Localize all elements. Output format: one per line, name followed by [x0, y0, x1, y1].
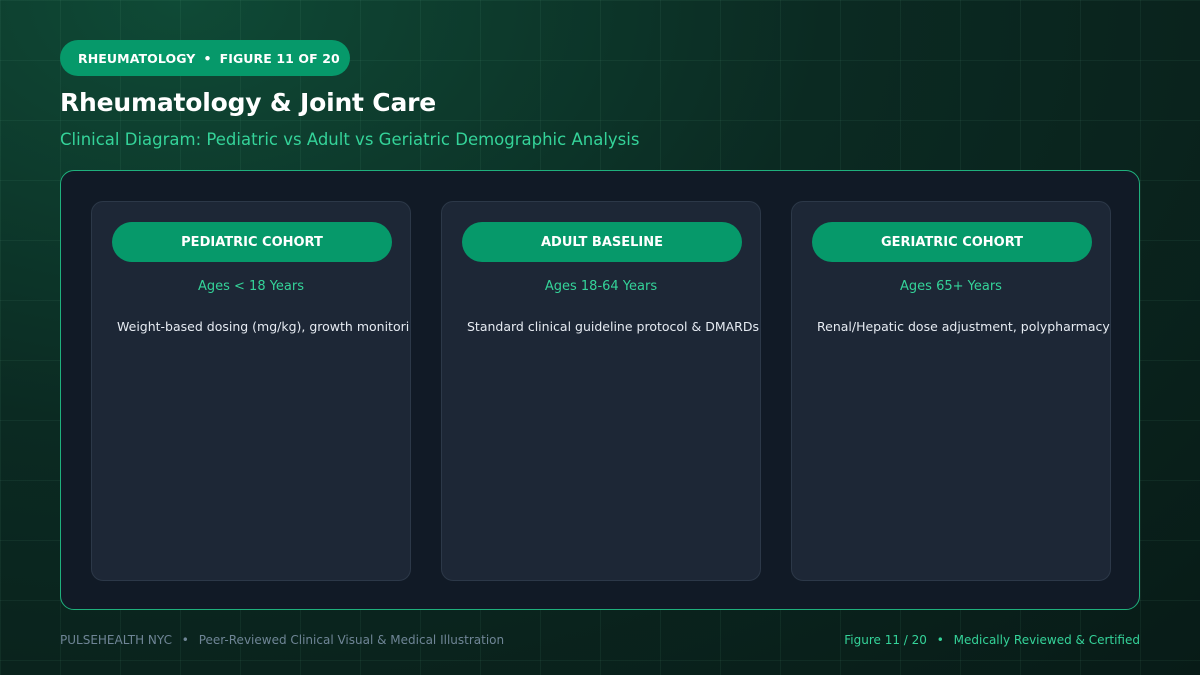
footer-tagline: Peer-Reviewed Clinical Visual & Medical …	[198, 633, 505, 647]
page-subtitle: Clinical Diagram: Pediatric vs Adult vs …	[60, 130, 640, 149]
diagram-panel: PEDIATRIC COHORT Ages < 18 Years Weight-…	[60, 170, 1140, 610]
cohort-description: Renal/Hepatic dose adjustment, polypharm…	[817, 319, 1110, 334]
tag-specialty: RHEUMATOLOGY	[78, 50, 196, 66]
footer-certification: Medically Reviewed & Certified	[953, 633, 1140, 647]
footer-figure-counter: Figure 11 / 20	[844, 633, 927, 647]
cohort-heading: GERIATRIC COHORT	[812, 222, 1092, 262]
figure-tag: RHEUMATOLOGY • FIGURE 11 OF 20	[60, 40, 350, 76]
tag-separator: •	[203, 50, 212, 66]
cohort-card-adult: ADULT BASELINE Ages 18-64 Years Standard…	[441, 201, 761, 581]
cohort-age-range: Ages 65+ Years	[900, 279, 1002, 294]
tag-figure: FIGURE 11 OF 20	[219, 50, 340, 66]
cohort-heading: ADULT BASELINE	[462, 222, 742, 262]
page-title: Rheumatology & Joint Care	[60, 88, 436, 117]
footer-separator: •	[936, 633, 944, 647]
cohort-age-range: Ages < 18 Years	[197, 279, 305, 294]
footer-separator: •	[181, 633, 189, 647]
footer-attribution: PULSEHEALTH NYC • Peer-Reviewed Clinical…	[60, 633, 504, 647]
cohort-heading: PEDIATRIC COHORT	[112, 222, 392, 262]
cohort-card-pediatric: PEDIATRIC COHORT Ages < 18 Years Weight-…	[91, 201, 411, 581]
footer-figure-info: Figure 11 / 20 • Medically Reviewed & Ce…	[844, 633, 1140, 647]
cohort-description: Standard clinical guideline protocol & D…	[467, 319, 760, 334]
cohort-description: Weight-based dosing (mg/kg), growth moni…	[117, 319, 410, 334]
cohort-age-range: Ages 18-64 Years	[544, 279, 658, 294]
cohort-card-geriatric: GERIATRIC COHORT Ages 65+ Years Renal/He…	[791, 201, 1111, 581]
footer-brand: PULSEHEALTH NYC	[60, 633, 172, 647]
